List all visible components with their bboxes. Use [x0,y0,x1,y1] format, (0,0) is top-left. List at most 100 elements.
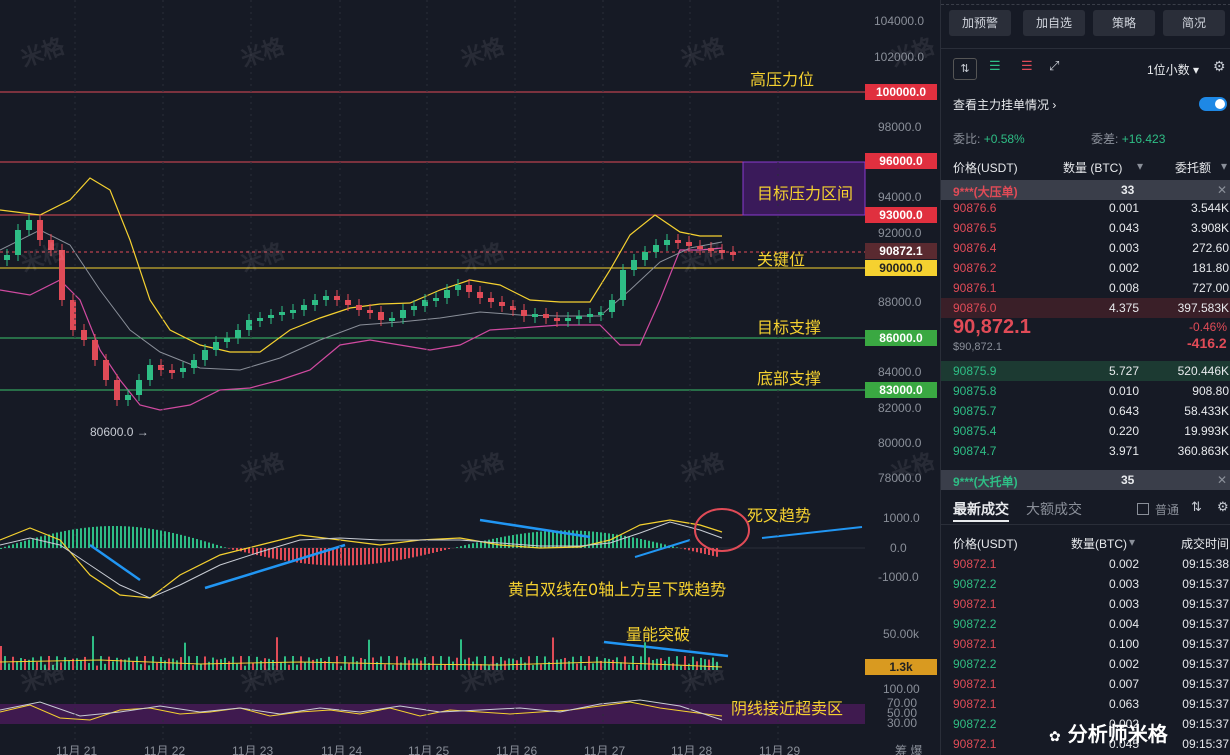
volume-bar [0,646,2,670]
trade-price: 90872.2 [953,617,997,631]
big-ask-row[interactable]: 9***(大压单) 33 ✕ [941,180,1230,200]
price-axis-label: 98000.0 [878,120,922,134]
macd-bar [212,543,214,548]
trade-row: 90872.2 0.003 09:15:37 [941,574,1230,594]
volume-bar [288,664,290,670]
macd-bar [172,532,174,548]
macd-bar [332,548,334,566]
volume-bar [520,657,522,670]
bid-row[interactable]: 90875.4 0.220 19.993K [941,421,1230,441]
volume-bar [292,656,294,670]
candle [378,312,384,320]
normal-checkbox[interactable] [1137,503,1149,515]
close-icon[interactable]: ✕ [1217,183,1227,197]
candle [411,306,417,310]
volume-bar [616,657,618,670]
macd-bar [592,531,594,548]
close-icon[interactable]: ✕ [1217,473,1227,487]
chevron-down-icon: ▾ [1221,159,1228,173]
candle [565,318,571,321]
settings-icon[interactable]: ⚙ [1213,58,1226,75]
add-alert-button[interactable]: 加预警 [949,10,1011,36]
orderbook-expand-icon[interactable]: ⤢ [1049,58,1059,74]
macd-bar [0,548,2,549]
volume-bar [296,664,298,670]
trade-price: 90872.1 [953,697,997,711]
summary-button[interactable]: 简况 [1163,10,1225,36]
macd-bar [56,532,58,548]
ask-row[interactable]: 90876.4 0.003 272.60 [941,238,1230,258]
bid-row[interactable]: 90874.7 3.971 360.863K [941,441,1230,461]
macd-bar [12,544,14,548]
arrow-5 [761,526,863,539]
change-pct: -0.46% [1189,320,1228,334]
dead-cross-circle [694,508,750,552]
chevron-down-icon: ▾ [1193,63,1200,77]
diff-value: +16.423 [1121,132,1166,146]
volume-bar [216,659,218,670]
volume-bar [196,656,198,670]
tab-underline [953,520,1009,522]
ask-row[interactable]: 90876.5 0.043 3.908K [941,218,1230,238]
orderbook-bids-icon[interactable]: ☰ [989,58,1001,74]
macd-bar [40,536,42,548]
candle [257,318,263,321]
volume-bar [312,659,314,670]
ask-row[interactable]: 90876.0 4.375 397.583K [941,298,1230,318]
date-label: 11月 21 [56,744,98,755]
orderbook-asks-icon[interactable]: ☰ [1021,58,1033,74]
orderbook-both-icon[interactable]: ⇅ [953,58,977,80]
macd-bar [632,537,634,548]
macd-bar [408,548,410,559]
candle [631,260,637,270]
macd-bar [224,547,226,548]
date-label: 11月 26 [496,744,538,755]
ask-row[interactable]: 90876.1 0.008 727.00 [941,278,1230,298]
candle [114,380,120,400]
macd-bar [104,526,106,548]
diff-label: 委差: [1091,132,1119,146]
decimal-select[interactable]: 1位小数 ▾ [1147,61,1199,78]
volume-bar [384,664,386,670]
ask-row[interactable]: 90876.6 0.001 3.544K [941,198,1230,218]
bid-row[interactable]: 90875.7 0.643 58.433K [941,401,1230,421]
view-main-orders[interactable]: 查看主力挂单情况 › [953,96,1056,113]
header-qty[interactable]: 数量 (BTC) [1063,159,1122,176]
macd-bar [428,548,430,554]
price-axis-label: 88000.0 [878,295,922,309]
rsi-axis-label: 30.00 [887,716,918,730]
volume-bar [220,659,222,670]
trade-time: 09:15:37 [1182,597,1229,611]
volume-bar [556,659,558,670]
ask-row[interactable]: 90876.2 0.002 181.80 [941,258,1230,278]
big-bid-count: 35 [1121,473,1135,487]
main-orders-toggle[interactable] [1199,97,1227,111]
add-favorite-button[interactable]: 加自选 [1023,10,1085,36]
sort-icon[interactable]: ⇅ [1191,499,1202,515]
big-bid-row[interactable]: 9***(大托单) 35 ✕ [941,470,1230,490]
macd-bar [460,546,462,548]
chart-area[interactable]: 米格 米格 米格 米格 米格 米格 米格 米格 米格 米格 米格 米格 米格 米… [0,0,940,755]
trade-header-qty[interactable]: 数量(BTC) [1071,535,1127,552]
header-amount[interactable]: 委托额 [1175,159,1211,176]
bid-row[interactable]: 90875.8 0.010 908.80 [941,381,1230,401]
candle [345,300,351,305]
macd-bar [4,546,6,548]
macd-bar [456,547,458,548]
strategy-button[interactable]: 策略 [1093,10,1155,36]
macd-bar [192,537,194,548]
order-amount: 272.60 [1192,241,1229,255]
volume-bar [84,656,86,670]
bid-row[interactable]: 90875.9 5.727 520.446K [941,361,1230,381]
settings-icon[interactable]: ⚙ [1217,499,1229,515]
tab-large-trades[interactable]: 大额成交 [1026,499,1082,519]
volume-bar [668,656,670,670]
candle [620,270,626,300]
volume-bar [564,657,566,670]
macd-bar [636,538,638,548]
macd-bar [360,548,362,565]
volume-bar [136,656,138,670]
tab-latest-trades[interactable]: 最新成交 [953,499,1009,519]
candle [367,310,373,313]
macd-bar [448,548,450,550]
